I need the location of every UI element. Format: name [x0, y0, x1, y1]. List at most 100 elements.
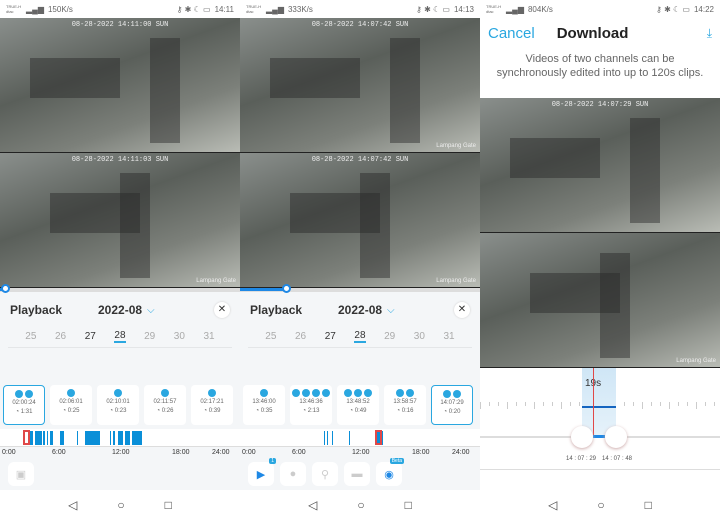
vehicle-button[interactable]: ▬: [344, 462, 370, 486]
home-button[interactable]: ○: [357, 498, 364, 512]
camera-feed[interactable]: 08-28-2022 14:11:00 SUN: [0, 18, 240, 153]
day-item[interactable]: 25: [265, 331, 276, 342]
cancel-button[interactable]: Cancel: [488, 25, 535, 42]
clip-card[interactable]: 02:11:57 ◔ 0:26: [144, 385, 186, 425]
camera-feed[interactable]: Lampang Gate: [480, 233, 720, 368]
recording-segment[interactable]: [349, 431, 350, 445]
progress-handle[interactable]: [281, 284, 291, 293]
recent-button[interactable]: □: [405, 498, 412, 512]
start-handle[interactable]: [571, 426, 593, 448]
clip-duration: 0:16: [401, 408, 414, 414]
clip-duration: 0:25: [67, 408, 80, 414]
clip-list: 02:00:24 ◔ 1:31 02:06:01 ◔ 0:25 02:10:01…: [0, 385, 240, 425]
clip-list: 13:46:00 ◔ 0:35 13:46:36 ◔ 2:13 13:48:52…: [240, 385, 480, 425]
net-speed: 333K/s: [287, 4, 313, 14]
recording-segment[interactable]: [125, 431, 130, 445]
day-item[interactable]: 28: [114, 330, 126, 343]
recording-segment[interactable]: [118, 431, 123, 445]
event-icon: [322, 389, 330, 397]
chevron-down-icon[interactable]: ⌵: [387, 305, 395, 316]
recording-segment[interactable]: [77, 431, 78, 445]
ai-button[interactable]: ◉ Beta: [376, 458, 404, 486]
back-button[interactable]: ◁: [308, 498, 317, 512]
day-item[interactable]: 26: [55, 331, 66, 342]
day-item[interactable]: 27: [85, 331, 96, 342]
recording-segment[interactable]: [324, 431, 325, 445]
camera-feed[interactable]: 08-28-2022 14:07:42 SUN Lampang Gate: [240, 153, 480, 288]
recording-segment[interactable]: [47, 431, 48, 445]
camera-feed[interactable]: 08-28-2022 14:11:03 SUN Lampang Gate: [0, 153, 240, 288]
recording-segment[interactable]: [85, 431, 100, 445]
day-item[interactable]: 31: [444, 331, 455, 342]
playback-screen: TRUE-H dtac ▂▄▆ 333K/s ⚷ ✱ ☾ ▭ 14:13 08-…: [240, 0, 480, 520]
close-button[interactable]: ✕: [214, 302, 230, 318]
clock: 14:11: [214, 4, 234, 14]
event-icon: [354, 389, 362, 397]
download-icon[interactable]: ⤓: [707, 26, 712, 41]
day-item[interactable]: 30: [414, 331, 425, 342]
clip-time: 14:07:29: [440, 400, 464, 406]
clip-card[interactable]: 13:58:57 ◔ 0:16: [384, 385, 426, 425]
status-icons: ⚷ ✱ ☾ ▭: [416, 4, 450, 14]
clip-editor[interactable]: 19s 14 : 07 : 29 14 : 07 : 48: [480, 368, 720, 470]
progress-handle[interactable]: [0, 284, 10, 293]
month-selector[interactable]: 2022-08: [98, 303, 142, 317]
feed-timestamp: 08-28-2022 14:07:42 SUN: [311, 21, 409, 29]
snapshot-button[interactable]: ▣: [8, 462, 34, 486]
camera-feed[interactable]: 08-28-2022 14:07:29 SUN: [480, 98, 720, 233]
recording-segment[interactable]: [132, 431, 142, 445]
recording-segment[interactable]: [332, 431, 333, 445]
clip-card[interactable]: 13:48:52 ◔ 0:49: [337, 385, 379, 425]
person-button[interactable]: ●: [280, 462, 306, 486]
recording-segment[interactable]: [327, 431, 328, 445]
back-button[interactable]: ◁: [68, 498, 77, 512]
home-button[interactable]: ○: [597, 498, 604, 512]
timeline-marker[interactable]: [375, 430, 382, 445]
clip-card[interactable]: 02:17:21 ◔ 0:39: [191, 385, 233, 425]
status-icons: ⚷ ✱ ☾ ▭: [656, 4, 690, 14]
video-button[interactable]: ▶ 1: [248, 458, 276, 486]
home-button[interactable]: ○: [117, 498, 124, 512]
clip-duration: 0:26: [161, 408, 174, 414]
recording-segment[interactable]: [60, 431, 64, 445]
playback-progress[interactable]: [240, 284, 480, 293]
day-item[interactable]: 31: [204, 331, 215, 342]
timeline-marker[interactable]: [23, 430, 30, 445]
clip-card[interactable]: 02:00:24 ◔ 1:31: [3, 385, 45, 425]
close-button[interactable]: ✕: [454, 302, 470, 318]
clip-card[interactable]: 14:07:29 ◔ 0:20: [431, 385, 473, 425]
camera-feed[interactable]: 08-28-2022 14:07:42 SUN Lampang Gate: [240, 18, 480, 153]
clip-card[interactable]: 13:46:00 ◔ 0:35: [243, 385, 285, 425]
running-button[interactable]: ⚲: [312, 462, 338, 486]
playback-screen: TRUE-H dtac ▂▄▆ 150K/s ⚷ ✱ ☾ ▭ 14:11 08-…: [0, 0, 240, 520]
net-speed: 804K/s: [527, 4, 553, 14]
month-selector[interactable]: 2022-08: [338, 303, 382, 317]
day-item[interactable]: 30: [174, 331, 185, 342]
day-item[interactable]: 29: [144, 331, 155, 342]
recording-segment[interactable]: [113, 431, 115, 445]
playhead: [593, 368, 594, 438]
day-item[interactable]: 29: [384, 331, 395, 342]
event-icon: [302, 389, 310, 397]
day-item[interactable]: 27: [325, 331, 336, 342]
recent-button[interactable]: □: [645, 498, 652, 512]
net-speed: 150K/s: [47, 4, 73, 14]
timeline[interactable]: [0, 429, 240, 447]
end-handle[interactable]: [605, 426, 627, 448]
playback-progress[interactable]: [0, 284, 240, 293]
day-item[interactable]: 28: [354, 330, 366, 343]
timeline[interactable]: [240, 429, 480, 447]
timeline-label: 18:00: [172, 449, 190, 456]
clip-card[interactable]: 02:10:01 ◔ 0:23: [97, 385, 139, 425]
recording-segment[interactable]: [110, 431, 111, 445]
recording-segment[interactable]: [35, 431, 42, 445]
recording-segment[interactable]: [43, 431, 45, 445]
clip-card[interactable]: 02:06:01 ◔ 0:25: [50, 385, 92, 425]
back-button[interactable]: ◁: [548, 498, 557, 512]
chevron-down-icon[interactable]: ⌵: [147, 305, 155, 316]
day-item[interactable]: 26: [295, 331, 306, 342]
recent-button[interactable]: □: [165, 498, 172, 512]
day-item[interactable]: 25: [25, 331, 36, 342]
recording-segment[interactable]: [50, 431, 53, 445]
clip-card[interactable]: 13:46:36 ◔ 2:13: [290, 385, 332, 425]
